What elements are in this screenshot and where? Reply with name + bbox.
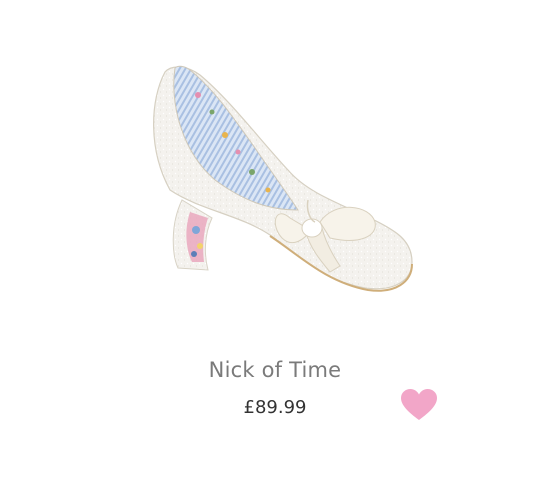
heart-icon — [401, 389, 437, 420]
product-name[interactable]: Nick of Time — [0, 358, 550, 382]
product-card[interactable]: Nick of Time £89.99 — [0, 0, 550, 500]
shoe-image — [153, 65, 413, 292]
product-price: £89.99 — [243, 397, 307, 418]
wishlist-button[interactable] — [400, 388, 438, 422]
product-image[interactable] — [120, 40, 430, 330]
